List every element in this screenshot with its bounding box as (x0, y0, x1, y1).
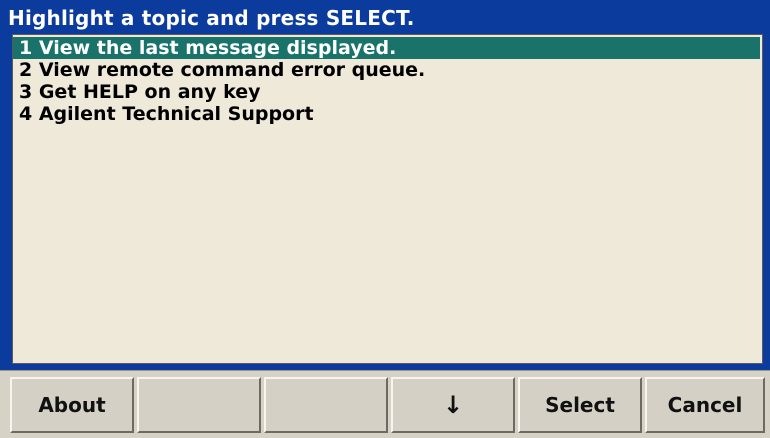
cancel-button[interactable]: Cancel (645, 377, 765, 433)
list-item-get-help[interactable]: 3 Get HELP on any key (13, 81, 762, 103)
select-button[interactable]: Select (518, 377, 642, 433)
list-item-view-last-message[interactable]: 1 View the last message displayed. (13, 37, 760, 59)
help-screen: Highlight a topic and press SELECT. 1 Vi… (0, 0, 770, 438)
scroll-down-button[interactable]: ↓ (391, 377, 515, 433)
topic-list-panel: 1 View the last message displayed. 2 Vie… (12, 34, 763, 364)
list-item-view-error-queue[interactable]: 2 View remote command error queue. (13, 59, 762, 81)
softkey-blank-2[interactable] (264, 377, 388, 433)
title-bar: Highlight a topic and press SELECT. (8, 6, 415, 30)
about-button[interactable]: About (10, 377, 134, 433)
display-frame: Highlight a topic and press SELECT. 1 Vi… (0, 0, 770, 370)
topic-list: 1 View the last message displayed. 2 Vie… (13, 35, 762, 125)
softkey-bar: About ↓ Select Cancel (0, 370, 770, 438)
list-item-technical-support[interactable]: 4 Agilent Technical Support (13, 103, 762, 125)
arrow-down-icon: ↓ (442, 391, 464, 419)
softkey-blank-1[interactable] (137, 377, 261, 433)
